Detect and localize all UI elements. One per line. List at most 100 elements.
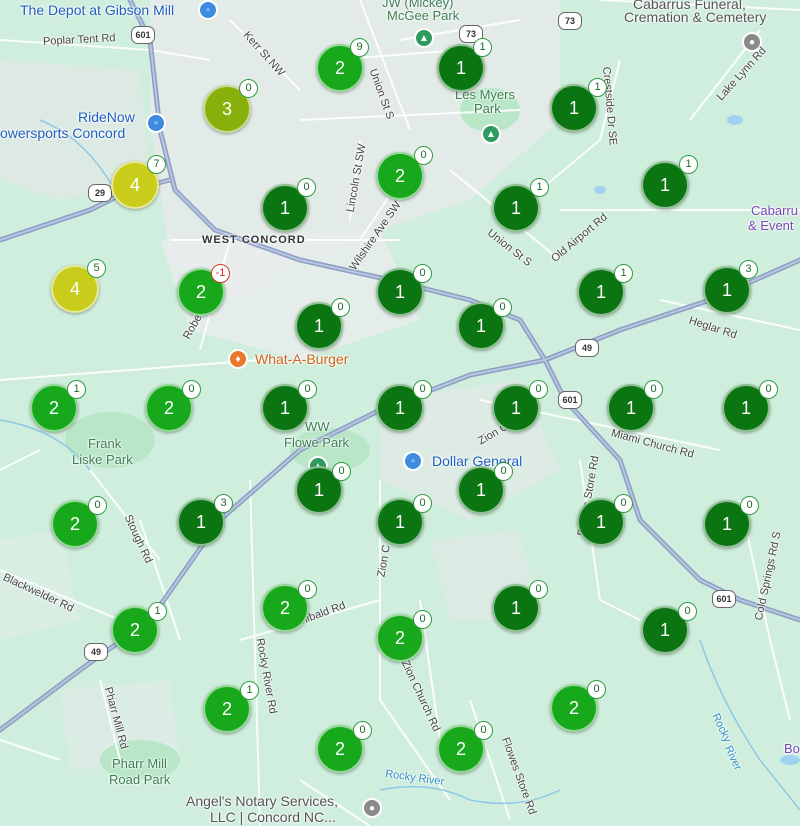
shopping-bag-icon[interactable]: ▫ (146, 113, 166, 133)
cluster-marker[interactable]: 11 (550, 78, 607, 132)
marker-badge: 0 (529, 380, 548, 399)
cluster-marker[interactable]: 20 (51, 496, 107, 548)
cluster-marker[interactable]: 10 (722, 380, 778, 432)
cluster-marker[interactable]: 10 (607, 380, 663, 432)
place-icon[interactable]: ● (362, 798, 382, 818)
marker-count: 1 (475, 316, 486, 336)
cluster-marker[interactable]: 10 (457, 298, 512, 350)
marker-badge: 1 (148, 602, 167, 621)
restaurant-icon[interactable]: ♦ (228, 349, 248, 369)
marker-count: 2 (48, 398, 59, 418)
ridenow-label-2[interactable]: owersports Concord (0, 125, 125, 141)
marker-badge: 9 (350, 38, 369, 57)
cabarrus-funeral-label-2[interactable]: Cremation & Cemetery (624, 9, 766, 25)
marker-count: 1 (595, 282, 606, 302)
ww-flowe-park-label-1[interactable]: WW (305, 419, 330, 434)
marker-count: 1 (195, 512, 206, 532)
marker-badge: 0 (493, 298, 512, 317)
cluster-marker[interactable]: 47 (111, 155, 166, 209)
marker-badge: 0 (474, 721, 493, 740)
marker-count: 1 (625, 398, 636, 418)
cluster-marker[interactable]: 45 (51, 259, 106, 313)
marker-badge: 1 (614, 264, 633, 283)
cluster-marker[interactable]: 10 (492, 380, 548, 432)
map-canvas[interactable]: The Depot at Gibson Mill ▫ JW (Mickey) M… (0, 0, 800, 826)
cluster-marker[interactable]: 10 (376, 494, 432, 546)
cabarrus-event-label-1[interactable]: Cabarru (751, 203, 798, 218)
cluster-marker[interactable]: 11 (577, 264, 633, 316)
tree-icon[interactable]: ▲ (414, 28, 434, 48)
cluster-marker[interactable]: 11 (437, 38, 492, 92)
cluster-marker[interactable]: 10 (376, 264, 432, 316)
cluster-marker[interactable]: 2 -1 (177, 264, 230, 316)
pharr-mill-park-label-2[interactable]: Road Park (109, 772, 170, 787)
cluster-marker[interactable]: 11 (492, 178, 549, 232)
cluster-marker[interactable]: 13 (177, 494, 233, 546)
cluster-marker[interactable]: 20 (376, 610, 432, 662)
highway-shield: 29 (88, 184, 112, 202)
cluster-marker[interactable]: 20 (550, 680, 606, 732)
cluster-marker[interactable]: 13 (703, 260, 758, 314)
marker-badge: -1 (211, 264, 230, 283)
marker-badge: 0 (587, 680, 606, 699)
marker-count: 1 (721, 280, 732, 300)
shopping-bag-icon[interactable]: ▫ (403, 451, 423, 471)
cluster-marker[interactable]: 21 (111, 602, 167, 654)
cluster-marker[interactable]: 21 (203, 681, 259, 733)
cabarrus-event-label-2[interactable]: & Event (748, 218, 794, 233)
cluster-marker[interactable]: 20 (261, 580, 317, 632)
bo-label[interactable]: Bo (784, 741, 800, 756)
highway-shield: 601 (712, 590, 736, 608)
marker-badge: 0 (759, 380, 778, 399)
highway-shield: 73 (558, 12, 582, 30)
cluster-marker[interactable]: 10 (261, 178, 316, 232)
cluster-marker[interactable]: 10 (295, 462, 351, 514)
marker-badge: 0 (740, 496, 759, 515)
marker-count: 2 (568, 698, 579, 718)
marker-badge: 0 (239, 79, 258, 98)
marker-count: 1 (313, 316, 324, 336)
cluster-marker[interactable]: 10 (457, 462, 513, 514)
marker-badge: 3 (739, 260, 758, 279)
cluster-marker[interactable]: 20 (145, 380, 201, 432)
depot-label[interactable]: The Depot at Gibson Mill (20, 2, 174, 18)
notary-label-1[interactable]: Angel's Notary Services, (186, 793, 338, 809)
cluster-marker[interactable]: 10 (641, 602, 697, 654)
cluster-marker[interactable]: 10 (703, 496, 759, 548)
cluster-marker[interactable]: 11 (641, 155, 698, 209)
cluster-marker[interactable]: 10 (261, 380, 317, 432)
cluster-marker[interactable]: 10 (577, 494, 633, 546)
cluster-marker[interactable]: 29 (316, 38, 369, 92)
notary-label-2[interactable]: LLC | Concord NC... (210, 809, 336, 825)
cluster-marker[interactable]: 21 (30, 380, 86, 432)
shopping-bag-icon[interactable]: ▫ (198, 0, 218, 20)
pharr-mill-park-label-1[interactable]: Pharr Mill (112, 756, 167, 771)
marker-count: 1 (568, 98, 579, 118)
frank-liske-park-label-1[interactable]: Frank (88, 436, 121, 451)
marker-count: 4 (69, 279, 80, 299)
ww-flowe-park-label-2[interactable]: Flowe Park (284, 435, 349, 450)
mcgee-park-label-2[interactable]: McGee Park (387, 8, 459, 23)
marker-count: 1 (313, 480, 324, 500)
les-myers-park-label-2[interactable]: Park (474, 101, 501, 116)
cluster-marker[interactable]: 20 (316, 721, 372, 773)
marker-count: 1 (394, 282, 405, 302)
cluster-marker[interactable]: 10 (376, 380, 432, 432)
cluster-marker[interactable]: 10 (295, 298, 350, 350)
highway-shield: 601 (558, 391, 582, 409)
marker-count: 2 (455, 739, 466, 759)
marker-badge: 1 (240, 681, 259, 700)
cluster-marker[interactable]: 20 (437, 721, 493, 773)
marker-count: 1 (659, 175, 670, 195)
cluster-marker[interactable]: 20 (376, 146, 433, 200)
ridenow-label-1[interactable]: RideNow (78, 109, 135, 125)
cluster-marker[interactable]: 10 (492, 580, 548, 632)
frank-liske-park-label-2[interactable]: Liske Park (72, 452, 133, 467)
tree-icon[interactable]: ▲ (481, 124, 501, 144)
cluster-marker[interactable]: 30 (203, 79, 258, 133)
what-a-burger-label[interactable]: What-A-Burger (255, 351, 348, 367)
west-concord-label: WEST CONCORD (202, 234, 306, 246)
highway-shield: 601 (131, 26, 155, 44)
marker-badge: 0 (182, 380, 201, 399)
marker-count: 4 (129, 175, 140, 195)
